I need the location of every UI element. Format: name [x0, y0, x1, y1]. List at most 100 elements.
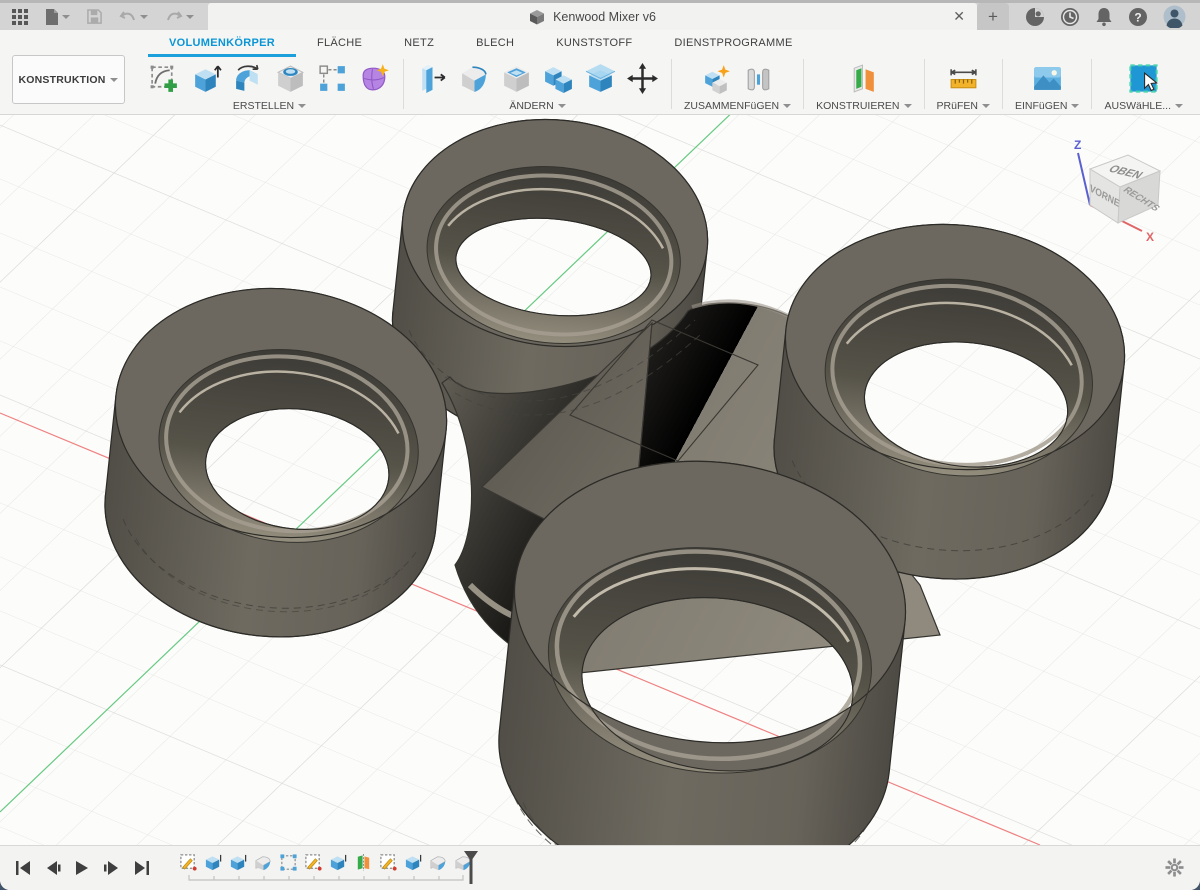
timeline-feature-sketch[interactable] [304, 853, 323, 872]
group-separator [924, 59, 925, 109]
combine-icon[interactable] [542, 62, 575, 95]
group-konstruieren: KONSTRUIEREN [808, 57, 919, 113]
timeline-feature-extrude[interactable] [204, 853, 223, 872]
timeline-skip-end-button[interactable] [134, 861, 149, 875]
timeline-feature-mirror[interactable] [354, 853, 373, 872]
einfuegen-dropdown[interactable]: EINFüGEN [1015, 100, 1080, 112]
tab-flaeche[interactable]: FLÄCHE [296, 30, 383, 57]
timeline-feature-pattern[interactable] [279, 853, 298, 872]
einfuegen-label: EINFüGEN [1015, 100, 1068, 112]
shell-icon[interactable] [500, 62, 533, 95]
fillet-icon[interactable] [458, 62, 491, 95]
group-separator [671, 59, 672, 109]
split-body-icon[interactable] [584, 62, 617, 95]
job-status-icon[interactable] [1060, 7, 1080, 27]
timeline-step-forward-button[interactable] [104, 861, 119, 875]
close-tab-icon[interactable]: ✕ [953, 3, 965, 30]
tab-netz[interactable]: NETZ [383, 30, 455, 57]
quick-access-toolbar [0, 3, 208, 30]
ribbon-groups: ERSTELLEN [140, 57, 1200, 113]
select-icon[interactable] [1126, 61, 1161, 96]
create-form-icon[interactable] [358, 62, 391, 95]
extensions-icon[interactable] [1025, 7, 1045, 27]
timeline-feature-fillet[interactable] [254, 853, 273, 872]
tab-blech[interactable]: BLECH [455, 30, 535, 57]
revolve-icon[interactable] [232, 62, 265, 95]
timeline-settings-button[interactable] [1165, 858, 1184, 882]
viewport-canvas[interactable]: OBEN VORNE RECHTS Z X [0, 115, 1200, 845]
konstruieren-dropdown[interactable]: KONSTRUIEREN [816, 100, 911, 112]
press-pull-icon[interactable] [416, 62, 449, 95]
pattern-icon[interactable] [316, 62, 349, 95]
redo-caret-icon [186, 15, 194, 19]
workspace-selector[interactable]: KONSTRUKTION [12, 55, 125, 104]
group-aendern: ÄNDERN [408, 57, 667, 113]
save-button[interactable] [87, 9, 102, 24]
timeline-feature-extrude[interactable] [329, 853, 348, 872]
timeline-ruler[interactable] [181, 874, 471, 882]
profile-avatar[interactable] [1163, 5, 1186, 28]
group-einfuegen: EINFüGEN [1007, 57, 1088, 113]
undo-caret-icon [140, 15, 148, 19]
auswaehlen-dropdown[interactable]: AUSWäHLE... [1104, 100, 1183, 112]
document-cube-icon [529, 9, 545, 25]
extrude-icon[interactable] [190, 62, 223, 95]
group-erstellen: ERSTELLEN [140, 57, 399, 113]
erstellen-label: ERSTELLEN [233, 100, 294, 112]
tab-volumenkoerper[interactable]: VOLUMENKÖRPER [148, 30, 296, 57]
pruefen-dropdown[interactable]: PRüFEN [937, 100, 990, 112]
timeline-features [179, 850, 473, 886]
auswaehlen-label: AUSWäHLE... [1104, 100, 1171, 112]
tab-dienstprogramme[interactable]: DIENSTPROGRAMME [653, 30, 813, 57]
measure-icon[interactable] [947, 62, 980, 95]
group-separator [403, 59, 404, 109]
timeline-feature-extrude[interactable] [404, 853, 423, 872]
workspace-label: KONSTRUKTION [19, 74, 106, 86]
erstellen-dropdown[interactable]: ERSTELLEN [233, 100, 306, 112]
model-scene [0, 115, 1200, 845]
create-sketch-icon[interactable] [148, 62, 181, 95]
aendern-caret-icon [558, 104, 566, 108]
timeline-playhead[interactable] [463, 851, 479, 890]
timeline-skip-start-button[interactable] [16, 861, 31, 875]
redo-button[interactable] [165, 10, 194, 24]
workspace-caret-icon [110, 78, 118, 82]
new-component-icon[interactable] [700, 62, 733, 95]
auswaehlen-caret-icon [1175, 104, 1183, 108]
viewcube-z-axis-label: Z [1074, 138, 1081, 152]
document-tab[interactable]: Kenwood Mixer v6 ✕ [208, 3, 977, 30]
construction-plane-icon[interactable] [847, 62, 880, 95]
viewcube-z-axis-line [1078, 153, 1090, 205]
group-pruefen: PRüFEN [929, 57, 998, 113]
tab-kunststoff[interactable]: KUNSTSTOFF [535, 30, 653, 57]
zusammenfuegen-label: ZUSAMMENFüGEN [684, 100, 779, 112]
notifications-icon[interactable] [1095, 7, 1113, 27]
timeline-feature-extrude[interactable] [229, 853, 248, 872]
group-separator [1002, 59, 1003, 109]
timeline-feature-sketch[interactable] [179, 853, 198, 872]
group-auswaehlen: AUSWäHLE... [1096, 57, 1191, 113]
file-menu-button[interactable] [45, 9, 70, 25]
timeline-step-back-button[interactable] [46, 861, 61, 875]
view-cube[interactable]: OBEN VORNE RECHTS Z X [1050, 129, 1180, 254]
timeline-feature-sketch[interactable] [379, 853, 398, 872]
app-grid-icon[interactable] [12, 9, 28, 25]
zusammenfuegen-dropdown[interactable]: ZUSAMMENFüGEN [684, 100, 791, 112]
timeline-play-button[interactable] [76, 861, 89, 875]
undo-button[interactable] [119, 10, 148, 24]
svg-text:?: ? [1134, 10, 1141, 24]
help-icon[interactable]: ? [1128, 7, 1148, 27]
group-separator [803, 59, 804, 109]
hole-icon[interactable] [274, 62, 307, 95]
pruefen-caret-icon [982, 104, 990, 108]
joint-icon[interactable] [742, 62, 775, 95]
new-tab-button[interactable]: + [977, 3, 1009, 30]
aendern-dropdown[interactable]: ÄNDERN [509, 100, 565, 112]
einfuegen-caret-icon [1071, 104, 1079, 108]
insert-image-icon[interactable] [1031, 62, 1064, 95]
timeline-feature-fillet[interactable] [429, 853, 448, 872]
titlebar-icons: ? [1009, 3, 1200, 30]
ribbon-toolbar: KONSTRUKTION VOLUMENKÖRPER FLÄCHE NETZ B… [0, 30, 1200, 115]
file-menu-caret-icon [62, 15, 70, 19]
move-copy-icon[interactable] [626, 62, 659, 95]
